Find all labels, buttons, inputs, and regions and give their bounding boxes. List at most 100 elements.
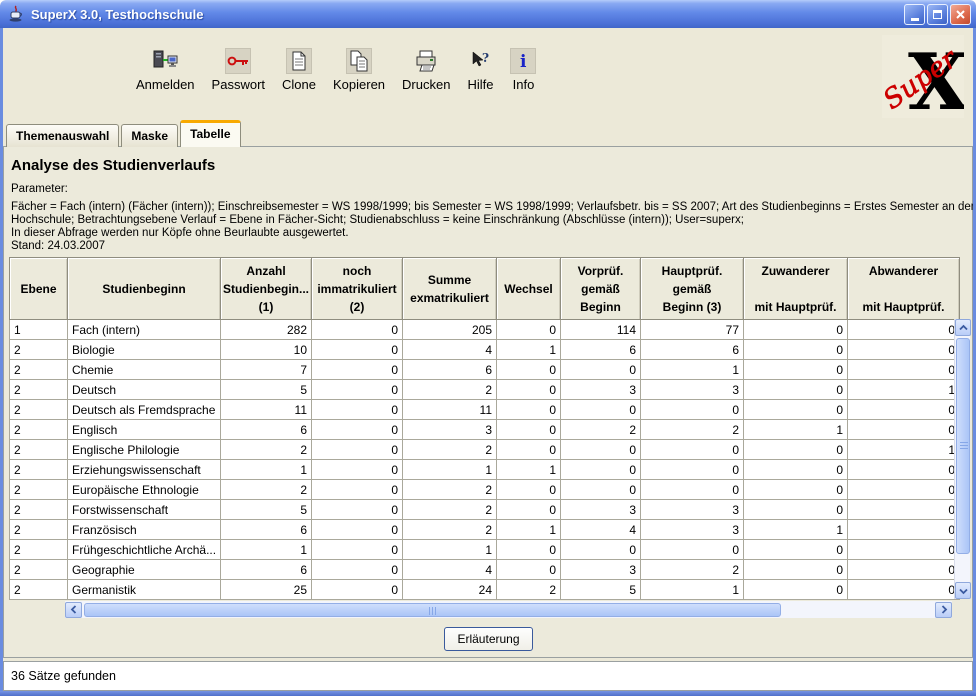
table-row[interactable]: 2 Geographie 6 0 4 0 3 2 0 0 <box>9 559 960 580</box>
table-cell: 1 <box>402 539 497 560</box>
table-cell: 0 <box>743 439 848 460</box>
table-cell: 2 <box>220 479 312 500</box>
table-cell: 0 <box>311 559 403 580</box>
table-cell: 77 <box>640 319 744 340</box>
table-cell: Biologie <box>67 339 221 360</box>
erlaeuterung-button[interactable]: Erläuterung <box>444 627 533 651</box>
column-header-zuwanderer[interactable]: Zuwanderer mit Hauptprüf. <box>743 257 848 320</box>
table-cell: 2 <box>9 419 68 440</box>
table-cell: 1 <box>402 459 497 480</box>
table-row[interactable]: 2 Germanistik 25 0 24 2 5 1 0 0 <box>9 579 960 600</box>
toolbar-button-drucken[interactable]: Drucken <box>402 48 450 92</box>
table-cell: Geographie <box>67 559 221 580</box>
scroll-left-button[interactable] <box>65 601 82 618</box>
minimize-button[interactable] <box>904 3 925 25</box>
column-header-exmatrikuliert[interactable]: Summe exmatrikuliert <box>402 257 497 320</box>
table-cell: 24 <box>402 579 497 600</box>
toolbar-label: Anmelden <box>136 77 195 92</box>
table-cell: 2 <box>9 439 68 460</box>
table-cell: 3 <box>640 379 744 400</box>
close-icon <box>956 9 965 19</box>
table-cell: 25 <box>220 579 312 600</box>
table-cell: 5 <box>560 579 641 600</box>
chevron-up-icon <box>958 324 968 330</box>
table-cell: 0 <box>311 439 403 460</box>
table-cell: 0 <box>311 479 403 500</box>
table-cell: 0 <box>847 559 960 580</box>
table-cell: 1 <box>847 439 960 460</box>
scroll-down-button[interactable] <box>955 582 971 599</box>
help-icon: ? <box>467 48 493 74</box>
table-cell: 2 <box>9 339 68 360</box>
table-row[interactable]: 2 Französisch 6 0 2 1 4 3 1 0 <box>9 519 960 540</box>
column-header-studienbeginn[interactable]: Studienbeginn <box>67 257 221 320</box>
table-cell: 0 <box>743 399 848 420</box>
table-cell: 6 <box>402 359 497 380</box>
table-row[interactable]: 2 Europäische Ethnologie 2 0 2 0 0 0 0 0 <box>9 479 960 500</box>
table-cell: 1 <box>640 359 744 380</box>
maximize-button[interactable] <box>927 3 948 25</box>
toolbar-button-kopieren[interactable]: Kopieren <box>333 48 385 92</box>
table-cell: 0 <box>743 559 848 580</box>
horizontal-scroll-thumb[interactable] <box>84 602 781 617</box>
toolbar-button-info[interactable]: i Info <box>510 48 537 92</box>
table-cell: 0 <box>640 479 744 500</box>
maximize-icon <box>933 9 942 19</box>
title-bar[interactable]: SuperX 3.0, Testhochschule <box>0 0 976 28</box>
column-header-immatrikuliert[interactable]: noch immatrikuliert (2) <box>311 257 403 320</box>
table-row[interactable]: 2 Deutsch 5 0 2 0 3 3 0 1 <box>9 379 960 400</box>
scroll-up-button[interactable] <box>955 319 971 336</box>
table-cell: 0 <box>743 359 848 380</box>
window-controls <box>904 3 971 25</box>
superx-logo: X Super <box>878 35 969 128</box>
horizontal-scrollbar[interactable] <box>65 601 952 618</box>
vertical-scrollbar[interactable] <box>954 319 971 599</box>
table-cell: 6 <box>640 339 744 360</box>
column-header-abwanderer[interactable]: Abwanderer mit Hauptprüf. <box>847 257 960 320</box>
table-cell: 0 <box>847 459 960 480</box>
column-header-anzahl[interactable]: Anzahl Studienbegin... (1) <box>220 257 312 320</box>
column-header-vorpruef[interactable]: Vorprüf. gemäß Beginn <box>560 257 641 320</box>
tab-tabelle[interactable]: Tabelle <box>180 120 241 147</box>
table-row[interactable]: 2 Englische Philologie 2 0 2 0 0 0 0 1 <box>9 439 960 460</box>
toolbar-button-hilfe[interactable]: ? Hilfe <box>467 48 493 92</box>
status-text: 36 Sätze gefunden <box>11 669 116 683</box>
toolbar-button-anmelden[interactable]: Anmelden <box>136 48 195 92</box>
column-header-hauptpruef[interactable]: Hauptprüf. gemäß Beginn (3) <box>640 257 744 320</box>
table-row[interactable]: 2 Englisch 6 0 3 0 2 2 1 0 <box>9 419 960 440</box>
table-row[interactable]: 2 Deutsch als Fremdsprache 11 0 11 0 0 0 0 0 <box>9 399 960 420</box>
report-date: Stand: 24.03.2007 <box>11 240 105 252</box>
login-icon <box>152 48 178 74</box>
scroll-right-button[interactable] <box>935 601 952 618</box>
table-cell: 2 <box>9 579 68 600</box>
table-cell: Germanistik <box>67 579 221 600</box>
vertical-scroll-thumb[interactable] <box>956 338 970 554</box>
table-row[interactable]: 2 Biologie 10 0 4 1 6 6 0 0 <box>9 339 960 360</box>
table-cell: 5 <box>220 499 312 520</box>
toolbar-button-clone[interactable]: Clone <box>282 48 316 92</box>
java-cup-icon <box>7 5 25 23</box>
column-header-ebene[interactable]: Ebene <box>9 257 68 320</box>
close-button[interactable] <box>950 3 971 25</box>
content-panel: Analyse des Studienverlaufs Parameter: F… <box>3 146 975 658</box>
table-cell: 2 <box>9 559 68 580</box>
svg-text:i: i <box>520 52 527 70</box>
table-cell: 1 <box>640 579 744 600</box>
table-cell: 0 <box>847 359 960 380</box>
table-cell: 2 <box>9 499 68 520</box>
parameter-label: Parameter: <box>11 183 68 195</box>
table-row[interactable]: 1 Fach (intern) 282 0 205 0 114 77 0 0 <box>9 319 960 340</box>
table-row[interactable]: 2 Erziehungswissenschaft 1 0 1 1 0 0 0 0 <box>9 459 960 480</box>
table-row[interactable]: 2 Forstwissenschaft 5 0 2 0 3 3 0 0 <box>9 499 960 520</box>
table-row[interactable]: 2 Frühgeschichtliche Archä... 1 0 1 0 0 0 0 0 <box>9 539 960 560</box>
table-cell: 11 <box>402 399 497 420</box>
tab-maske[interactable]: Maske <box>121 124 179 147</box>
table-cell: 1 <box>743 519 848 540</box>
table-cell: 2 <box>9 519 68 540</box>
table-cell: 2 <box>402 439 497 460</box>
tab-themenauswahl[interactable]: Themenauswahl <box>6 124 120 147</box>
toolbar-button-passwort[interactable]: Passwort <box>212 48 265 92</box>
table-row[interactable]: 2 Chemie 7 0 6 0 0 1 0 0 <box>9 359 960 380</box>
column-header-wechsel[interactable]: Wechsel <box>496 257 561 320</box>
thumb-grip <box>428 606 437 615</box>
